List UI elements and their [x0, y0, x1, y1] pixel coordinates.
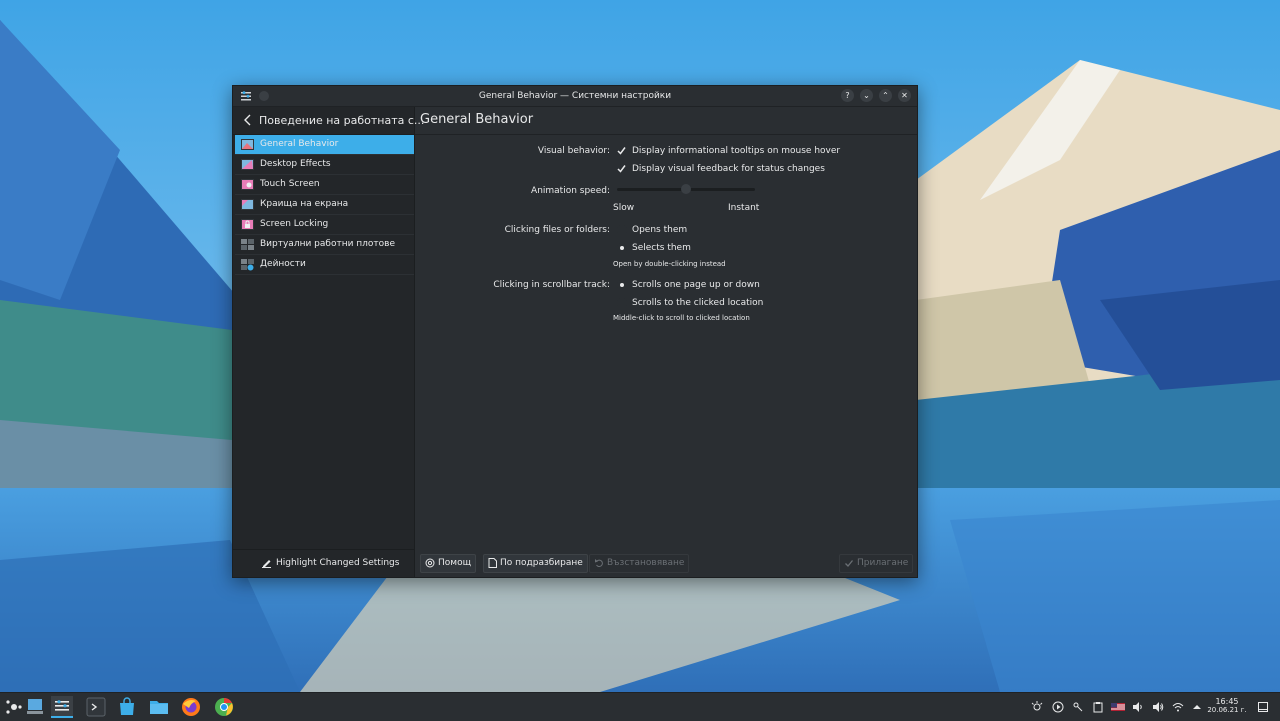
sidebar-item-label: Краища на екрана: [260, 199, 349, 209]
sidebar-item-desktop-effects[interactable]: Desktop Effects: [235, 155, 414, 175]
sidebar-item-screen-locking[interactable]: Screen Locking: [235, 215, 414, 235]
sidebar-item-label: General Behavior: [260, 139, 339, 149]
reset-button[interactable]: Възстановяване: [589, 554, 690, 573]
sidebar-list: General Behavior Desktop Effects Touch S…: [235, 135, 414, 275]
checkmark-icon: [845, 559, 854, 567]
close-icon[interactable]: ✕: [898, 89, 911, 102]
window-title: General Behavior — Системни настройки: [478, 91, 672, 101]
notifications-icon[interactable]: [1031, 701, 1043, 713]
media-player-icon[interactable]: [1052, 701, 1064, 713]
sidebar-item-label: Touch Screen: [260, 179, 320, 189]
sidebar-item-virtual-desktops[interactable]: Виртуални работни плотове: [235, 235, 414, 255]
animation-speed-slider-handle[interactable]: [681, 184, 691, 194]
opens-them-label[interactable]: Opens them: [632, 225, 687, 235]
tray-expand-arrow-icon[interactable]: [1191, 701, 1203, 713]
sidebar: Поведение на работната с... General Beha…: [233, 107, 424, 577]
scrollbar-hint: Middle-click to scroll to clicked locati…: [613, 314, 750, 322]
peek-desktop-icon[interactable]: [1257, 701, 1269, 713]
status-feedback-checkbox-label[interactable]: Display visual feedback for status chang…: [632, 164, 825, 174]
scroll-page-label[interactable]: Scrolls one page up or down: [632, 280, 760, 290]
slider-max-label: Instant: [728, 203, 760, 213]
status-feedback-checkbox[interactable]: [616, 163, 627, 174]
microphone-volume-icon[interactable]: [1132, 701, 1144, 713]
defaults-button-label: По подразбиране: [500, 558, 583, 568]
scrollbar-track-label: Clicking in scrollbar track:: [493, 280, 610, 290]
tooltips-checkbox-label[interactable]: Display informational tooltips on mouse …: [632, 146, 840, 156]
terminal-icon[interactable]: [85, 696, 107, 718]
taskbar: 16:45 20.06.21 г.: [0, 692, 1280, 721]
sidebar-item-label: Screen Locking: [260, 219, 329, 229]
screen-edges-icon: [241, 199, 254, 210]
clicking-files-hint: Open by double-clicking instead: [613, 260, 726, 268]
screen-locking-icon: [241, 219, 254, 230]
activities-icon: [241, 259, 254, 271]
system-settings-window: General Behavior — Системни настройки ? …: [232, 85, 918, 578]
help-button[interactable]: Помощ: [420, 554, 477, 573]
wifi-icon[interactable]: [1172, 701, 1184, 713]
content-pane: General Behavior Visual behavior: Displa…: [415, 107, 917, 577]
sidebar-footer: Highlight Changed Settings: [233, 549, 414, 577]
firefox-icon[interactable]: [180, 696, 202, 718]
touch-screen-icon: [241, 179, 254, 190]
visual-behavior-label: Visual behavior:: [537, 146, 610, 156]
slider-min-label: Slow: [613, 203, 635, 213]
scroll-to-location-radio[interactable]: [617, 298, 627, 308]
minimize-chevron-down-icon[interactable]: ⌄: [860, 89, 873, 102]
apply-button[interactable]: Прилагане: [839, 554, 914, 573]
task-system-settings[interactable]: [51, 696, 73, 718]
window-titlebar[interactable]: General Behavior — Системни настройки ? …: [233, 86, 917, 107]
clock-time: 16:45: [1215, 697, 1239, 706]
undo-icon: [595, 558, 603, 567]
sidebar-header: Поведение на работната с...: [233, 107, 424, 135]
animation-speed-label: Animation speed:: [531, 186, 610, 196]
sidebar-item-general-behavior[interactable]: General Behavior: [235, 135, 414, 155]
tooltips-checkbox[interactable]: [616, 145, 627, 156]
sidebar-item-touch-screen[interactable]: Touch Screen: [235, 175, 414, 195]
chrome-icon[interactable]: [213, 696, 235, 718]
document-icon: [488, 557, 497, 568]
title-separator: [415, 134, 917, 135]
discover-store-icon[interactable]: [116, 696, 138, 718]
scroll-page-radio[interactable]: [617, 280, 627, 290]
kde-connect-icon[interactable]: [1072, 701, 1084, 713]
show-desktop-icon[interactable]: [24, 696, 46, 718]
sidebar-item-screen-edges[interactable]: Краища на екрана: [235, 195, 414, 215]
apply-button-label: Прилагане: [857, 558, 909, 568]
application-launcher-icon[interactable]: [3, 696, 25, 718]
selects-them-label[interactable]: Selects them: [632, 243, 691, 253]
dialog-button-bar: Помощ По подразбиране Възстановяване При…: [415, 547, 917, 577]
help-button-label: Помощ: [438, 558, 472, 568]
arrow-left-icon[interactable]: [242, 113, 254, 127]
page-title: General Behavior: [420, 112, 534, 127]
system-settings-icon: [55, 700, 69, 711]
defaults-button[interactable]: По подразбиране: [483, 554, 588, 573]
selects-them-radio[interactable]: [617, 243, 627, 253]
highlight-changed-settings-button[interactable]: Highlight Changed Settings: [261, 556, 399, 570]
general-behavior-icon: [241, 139, 254, 150]
clicking-files-label: Clicking files or folders:: [504, 225, 610, 235]
sidebar-category-title: Поведение на работната с...: [259, 114, 425, 127]
desktop-effects-icon: [241, 159, 254, 170]
virtual-desktops-icon: [241, 239, 254, 250]
clock-date: 20.06.21 г.: [1207, 706, 1247, 714]
help-question-icon[interactable]: ?: [841, 89, 854, 102]
digital-clock[interactable]: 16:45 20.06.21 г.: [1207, 697, 1247, 715]
us-flag-keyboard-layout-icon[interactable]: [1111, 701, 1125, 713]
highlighter-icon: [262, 560, 271, 568]
sidebar-item-label: Дейности: [260, 259, 306, 269]
sidebar-item-activities[interactable]: Дейности: [235, 255, 414, 275]
highlight-changed-settings-label: Highlight Changed Settings: [276, 558, 400, 568]
opens-them-radio[interactable]: [617, 225, 627, 235]
maximize-chevron-up-icon[interactable]: ⌃: [879, 89, 892, 102]
sidebar-item-label: Desktop Effects: [260, 159, 331, 169]
volume-icon[interactable]: [1152, 701, 1164, 713]
reset-button-label: Възстановяване: [607, 558, 685, 568]
help-icon: [425, 558, 435, 567]
sidebar-item-label: Виртуални работни плотове: [260, 239, 396, 249]
scroll-to-location-label[interactable]: Scrolls to the clicked location: [632, 298, 763, 308]
file-manager-icon[interactable]: [148, 696, 170, 718]
clipboard-icon[interactable]: [1092, 701, 1104, 713]
